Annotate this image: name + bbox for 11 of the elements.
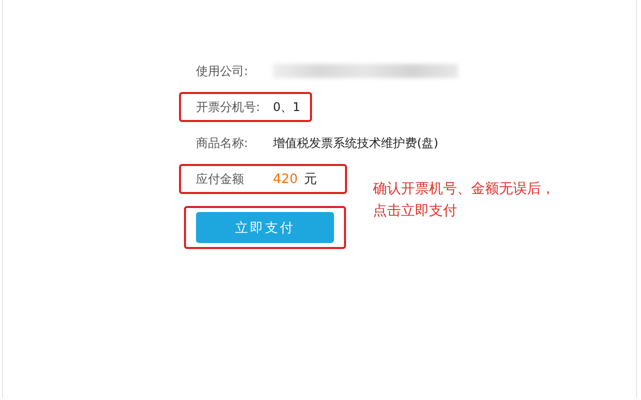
field-value: 0、1 [273, 98, 300, 116]
annotation-text: 点击立即支付 [373, 202, 458, 221]
field-label: 使用公司: [196, 62, 250, 80]
currency-unit: 元 [304, 171, 318, 188]
amount-value: 420 [273, 172, 298, 186]
field-label: 开票分机号: [196, 98, 262, 116]
field-label: 应付金额 [196, 170, 245, 188]
pay-button[interactable]: 立即支付 [196, 212, 334, 243]
annotation-text: 确认开票机号、金额无误后， [373, 180, 555, 199]
field-value: 增值税发票系统技术维护费(盘) [273, 134, 438, 152]
field-label: 商品名称: [196, 134, 250, 152]
